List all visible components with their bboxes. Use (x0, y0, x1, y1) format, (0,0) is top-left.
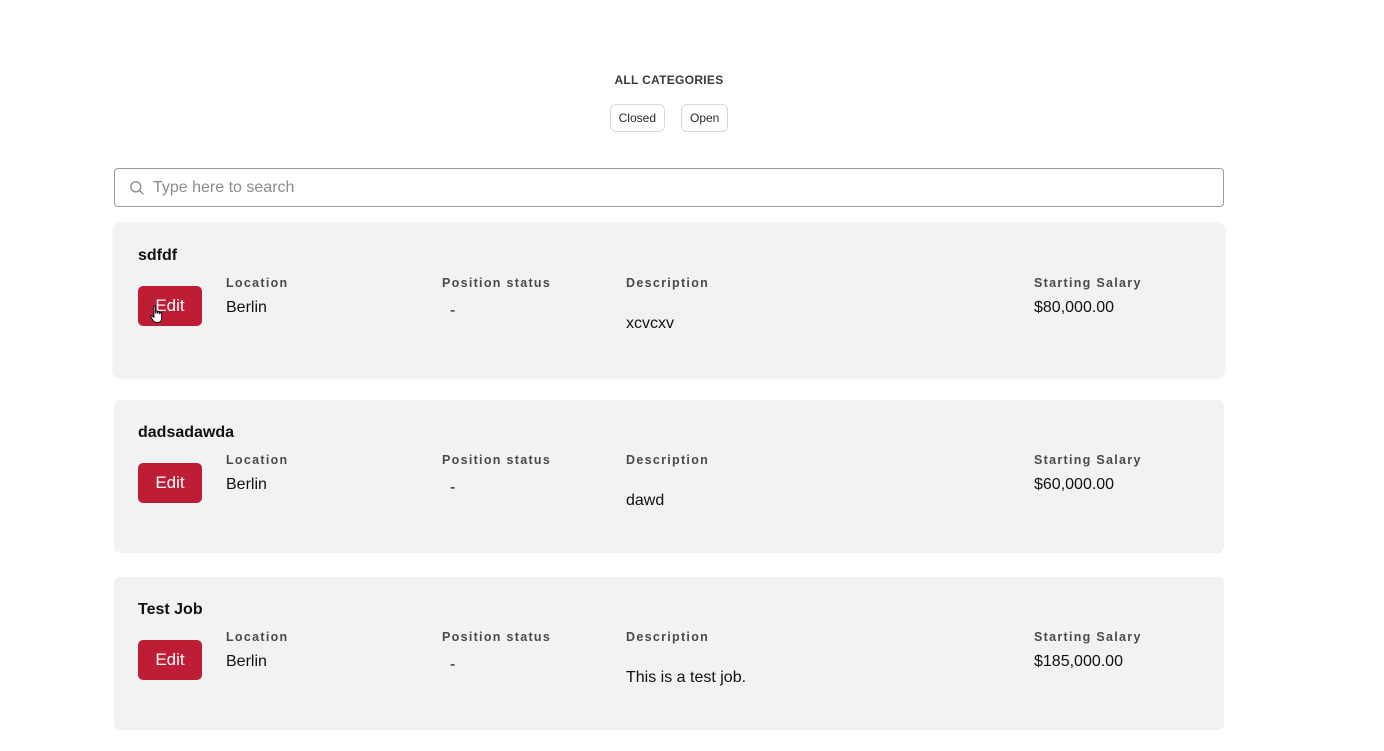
search-icon (129, 180, 145, 196)
description-label: Description (626, 276, 710, 290)
location-label: Location (226, 630, 289, 644)
categories-heading: ALL CATEGORIES (614, 73, 724, 87)
category-filter-row: Closed Open (0, 104, 1338, 132)
search-box[interactable] (114, 168, 1224, 207)
position-status-label: Position status (442, 276, 552, 290)
edit-button[interactable]: Edit (138, 640, 202, 680)
position-status-label: Position status (442, 630, 552, 644)
description-value: xcvcxv (626, 315, 674, 332)
job-card: Test Job Edit Location Berlin Position s… (114, 577, 1224, 730)
starting-salary-value: $185,000.00 (1034, 653, 1123, 670)
starting-salary-value: $60,000.00 (1034, 476, 1115, 493)
description-value: dawd (626, 492, 665, 509)
filter-closed-button[interactable]: Closed (609, 104, 665, 132)
edit-button[interactable]: Edit (138, 463, 202, 503)
job-card: dadsadawda Edit Location Berlin Position… (114, 400, 1224, 553)
position-status-label: Position status (442, 453, 552, 467)
description-value: This is a test job. (626, 669, 747, 686)
search-input[interactable] (153, 169, 1223, 206)
starting-salary-label: Starting Salary (1034, 630, 1142, 644)
location-label: Location (226, 453, 289, 467)
filter-open-button[interactable]: Open (681, 104, 729, 132)
location-value: Berlin (226, 476, 267, 493)
job-title: sdfdf (138, 247, 178, 264)
position-status-value: - (450, 479, 456, 496)
position-status-value: - (450, 302, 456, 319)
position-status-value: - (450, 656, 456, 673)
location-value: Berlin (226, 653, 267, 670)
starting-salary-value: $80,000.00 (1034, 299, 1115, 316)
description-label: Description (626, 630, 710, 644)
description-label: Description (626, 453, 710, 467)
starting-salary-label: Starting Salary (1034, 276, 1142, 290)
job-card: sdfdf Edit Location Berlin Position stat… (114, 223, 1224, 376)
starting-salary-label: Starting Salary (1034, 453, 1142, 467)
job-title: Test Job (138, 601, 203, 618)
job-title: dadsadawda (138, 424, 235, 441)
location-value: Berlin (226, 299, 267, 316)
edit-button[interactable]: Edit (138, 286, 202, 326)
location-label: Location (226, 276, 289, 290)
